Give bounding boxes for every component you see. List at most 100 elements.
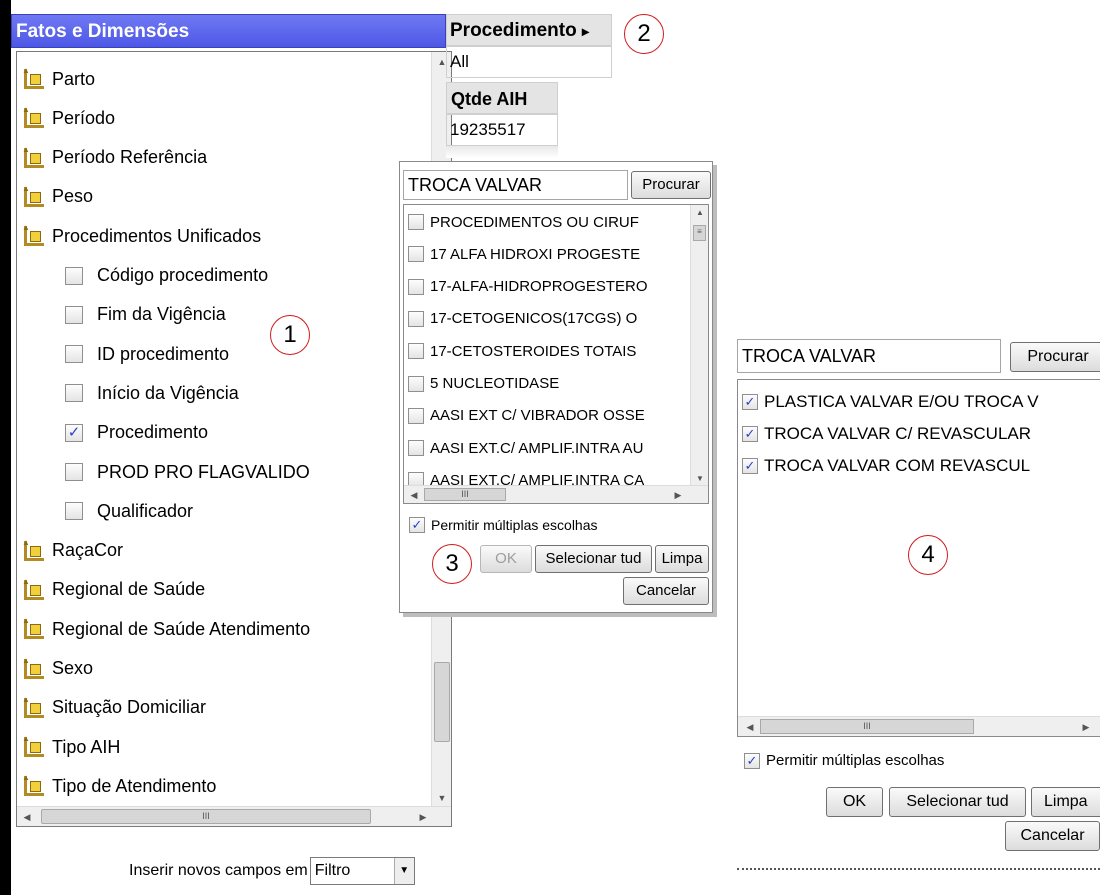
field-checkbox[interactable] bbox=[65, 384, 83, 403]
search-button[interactable]: Procurar bbox=[631, 171, 711, 199]
item-checkbox[interactable] bbox=[408, 343, 424, 360]
clear-button[interactable]: Limpa bbox=[655, 545, 709, 573]
list-item[interactable]: 5 NUCLEOTIDASE bbox=[408, 370, 559, 398]
expand-arrow-icon[interactable]: ▸ bbox=[582, 23, 589, 39]
tree-item-label: Regional de Saúde bbox=[52, 579, 206, 600]
item-checkbox[interactable] bbox=[408, 310, 424, 327]
tree-dimension[interactable]: ▲ Procedimentos Unificados bbox=[22, 221, 261, 251]
multi-select-toggle[interactable]: ✓ Permitir múltiplas escolhas bbox=[409, 517, 598, 533]
insert-fields-row: Inserir novos campos em Filtro ▼ bbox=[129, 857, 415, 885]
tree-field[interactable]: Fim da Vigência bbox=[65, 300, 226, 330]
item-checkbox[interactable] bbox=[408, 407, 424, 424]
list-item[interactable]: 17-CETOSTEROIDES TOTAIS bbox=[408, 337, 636, 365]
clear-button[interactable]: Limpa bbox=[1031, 787, 1100, 817]
tree-horizontal-scrollbar[interactable]: ◀ III ▶ bbox=[17, 806, 451, 826]
annotation-marker-2: 2 bbox=[624, 14, 664, 54]
cancel-button[interactable]: Cancelar bbox=[1005, 821, 1100, 851]
scroll-right-icon[interactable]: ▶ bbox=[413, 807, 433, 826]
pivot-dimension-header[interactable]: Procedimento ▸ bbox=[446, 14, 612, 46]
scroll-down-icon[interactable]: ▼ bbox=[432, 788, 451, 808]
tree-dimension[interactable]: ▲ Período Referência bbox=[22, 143, 207, 173]
tree-dimension[interactable]: ▲ Peso bbox=[22, 182, 93, 212]
scroll-thumb[interactable]: III bbox=[41, 809, 371, 824]
tree-field[interactable]: Qualificador bbox=[65, 496, 193, 526]
member-list-horizontal-scrollbar[interactable]: ◀ III ▶ bbox=[738, 716, 1100, 736]
tree-dimension[interactable]: ▲ Tipo AIH bbox=[22, 732, 120, 762]
tree-field[interactable]: ID procedimento bbox=[65, 339, 229, 369]
item-checkbox[interactable]: ✓ bbox=[742, 426, 758, 442]
field-checkbox[interactable] bbox=[65, 266, 83, 285]
dimension-icon: ▲ bbox=[22, 617, 46, 641]
select-all-button[interactable]: Selecionar tud bbox=[889, 787, 1026, 817]
cancel-button[interactable]: Cancelar bbox=[623, 577, 709, 605]
select-all-button[interactable]: Selecionar tud bbox=[535, 545, 652, 573]
list-item[interactable]: 17-CETOGENICOS(17CGS) O bbox=[408, 305, 637, 333]
pivot-measure-value: 19235517 bbox=[446, 114, 558, 146]
field-checkbox[interactable] bbox=[65, 463, 83, 481]
member-search-input[interactable]: TROCA VALVAR bbox=[403, 170, 628, 200]
multi-select-label: Permitir múltiplas escolhas bbox=[431, 517, 598, 533]
tree-field[interactable]: PROD PRO FLAGVALIDO bbox=[65, 457, 310, 487]
item-checkbox[interactable]: ✓ bbox=[742, 458, 758, 474]
scroll-left-icon[interactable]: ◀ bbox=[17, 807, 37, 826]
insert-location-select[interactable]: Filtro ▼ bbox=[309, 857, 415, 885]
tree-dimension[interactable]: ▲ Situação Domiciliar bbox=[22, 693, 206, 723]
field-checkbox[interactable] bbox=[65, 345, 83, 364]
search-button[interactable]: Procurar bbox=[1010, 342, 1100, 372]
member-list-horizontal-scrollbar[interactable]: ◀ III ▶ bbox=[404, 485, 708, 503]
tree-dimension[interactable]: ▲ Tipo de Atendimento bbox=[22, 771, 216, 801]
member-search-input[interactable]: TROCA VALVAR bbox=[737, 339, 1001, 373]
field-checkbox[interactable] bbox=[65, 305, 83, 324]
fields-panel: Fatos e Dimensões ▲ Parto ▲ Período ▲ Período… bbox=[0, 0, 452, 895]
tree-field[interactable]: ✓ Procedimento bbox=[65, 418, 208, 448]
item-checkbox[interactable] bbox=[408, 440, 424, 457]
list-item[interactable]: 17-ALFA-HIDROPROGESTERO bbox=[408, 273, 648, 301]
tree-dimension[interactable]: ▲ Sexo bbox=[22, 654, 93, 684]
field-checkbox[interactable]: ✓ bbox=[65, 423, 83, 442]
scroll-right-icon[interactable]: ▶ bbox=[670, 486, 686, 503]
dimension-icon: ▲ bbox=[22, 774, 46, 798]
scroll-thumb[interactable] bbox=[434, 662, 450, 742]
field-checkbox[interactable] bbox=[65, 502, 83, 521]
scroll-left-icon[interactable]: ◀ bbox=[742, 717, 758, 736]
scroll-thumb[interactable]: III bbox=[760, 719, 974, 734]
multi-select-checkbox[interactable]: ✓ bbox=[744, 752, 760, 769]
chevron-down-icon[interactable]: ▼ bbox=[393, 858, 414, 884]
fields-panel-title: Fatos e Dimensões bbox=[11, 14, 446, 48]
list-item[interactable]: 17 ALFA HIDROXI PROGESTE bbox=[408, 240, 640, 268]
list-item[interactable]: AASI EXT.C/ AMPLIF.INTRA AU bbox=[408, 434, 643, 462]
scroll-thumb-grip-icon[interactable]: ≡ bbox=[693, 225, 706, 241]
scroll-right-icon[interactable]: ▶ bbox=[1078, 717, 1094, 736]
item-checkbox[interactable] bbox=[408, 278, 424, 295]
tree-dimension[interactable]: ▲ RaçaCor bbox=[22, 536, 123, 566]
list-item[interactable]: AASI EXT C/ VIBRADOR OSSE bbox=[408, 402, 645, 430]
item-checkbox[interactable] bbox=[408, 214, 424, 230]
member-list-vertical-scrollbar[interactable]: ▲ ≡ ▼ bbox=[690, 205, 708, 487]
pivot-measure-header: Qtde AIH bbox=[446, 82, 558, 114]
insert-location-value: Filtro bbox=[314, 862, 351, 879]
list-item[interactable]: ✓ TROCA VALVAR COM REVASCUL bbox=[742, 452, 1030, 480]
multi-select-checkbox[interactable]: ✓ bbox=[409, 517, 425, 533]
multi-select-toggle[interactable]: ✓ Permitir múltiplas escolhas bbox=[744, 752, 944, 769]
tree-dimension[interactable]: ▲ Parto bbox=[22, 64, 95, 94]
item-checkbox[interactable] bbox=[408, 246, 424, 263]
ok-button[interactable]: OK bbox=[480, 545, 532, 573]
tree-item-label: ID procedimento bbox=[97, 343, 230, 364]
scroll-left-icon[interactable]: ◀ bbox=[406, 486, 422, 503]
list-item[interactable]: ✓ TROCA VALVAR C/ REVASCULAR bbox=[742, 420, 1031, 448]
scroll-thumb[interactable]: III bbox=[424, 488, 506, 501]
list-item[interactable]: ✓ PLASTICA VALVAR E/OU TROCA V bbox=[742, 388, 1039, 416]
item-checkbox[interactable]: ✓ bbox=[742, 394, 758, 410]
item-checkbox[interactable] bbox=[408, 375, 424, 392]
tree-field[interactable]: Código procedimento bbox=[65, 261, 268, 291]
tree-dimension[interactable]: ▲ Regional de Saúde Atendimento bbox=[22, 614, 310, 644]
ok-button[interactable]: OK bbox=[826, 787, 883, 817]
insert-fields-label: Inserir novos campos em bbox=[129, 862, 308, 879]
scroll-up-icon[interactable]: ▲ bbox=[691, 205, 708, 221]
list-item[interactable]: PROCEDIMENTOS OU CIRUF bbox=[408, 208, 639, 236]
tree-field[interactable]: Início da Vigência bbox=[65, 378, 239, 408]
tree-dimension[interactable]: ▲ Período bbox=[22, 103, 115, 133]
list-item-label: PROCEDIMENTOS OU CIRUF bbox=[430, 213, 639, 231]
scroll-grip: III bbox=[863, 721, 871, 731]
tree-dimension[interactable]: ▲ Regional de Saúde bbox=[22, 575, 205, 605]
